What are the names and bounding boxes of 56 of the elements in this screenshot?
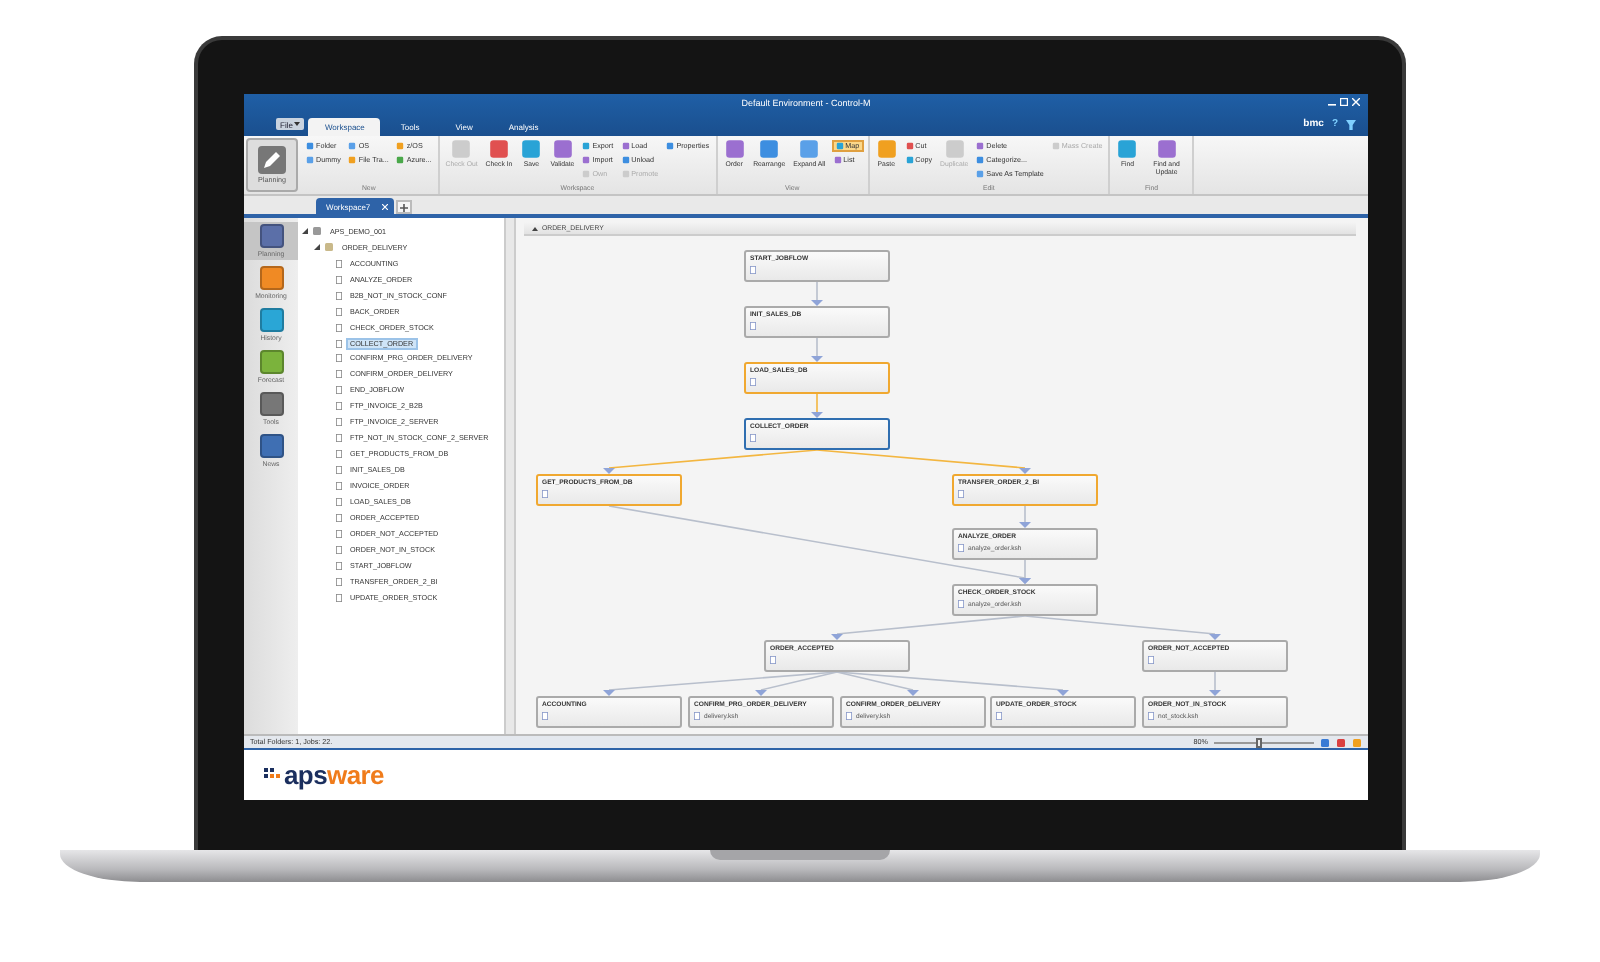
collapse-icon[interactable] [314, 244, 320, 251]
document-icon [1148, 712, 1154, 720]
collapse-icon[interactable] [302, 228, 308, 235]
square-icon [1352, 737, 1362, 747]
caret-icon [294, 122, 301, 126]
document-icon [996, 712, 1002, 720]
tool-icon [798, 138, 821, 160]
tool-icon [551, 138, 574, 160]
document-icon [542, 712, 548, 720]
app-icon [259, 350, 283, 374]
close-icon[interactable] [382, 203, 389, 209]
tool-icon [875, 138, 898, 160]
tool-icon [520, 138, 543, 160]
tool-icon [666, 142, 675, 150]
tool-icon [758, 138, 781, 160]
connector-line [811, 337, 823, 362]
new-tab-button[interactable] [396, 200, 413, 214]
plus-icon [400, 203, 409, 211]
close-icon[interactable] [1352, 98, 1360, 106]
document-icon [542, 490, 548, 498]
document-icon [1148, 656, 1154, 664]
tool-icon [1155, 138, 1178, 160]
app-icon [259, 392, 283, 416]
document-icon [750, 434, 756, 442]
server-icon [312, 226, 322, 237]
connector-line [811, 393, 823, 418]
document-icon [750, 322, 756, 330]
tool-icon [1051, 142, 1060, 150]
connector-line [1209, 671, 1221, 696]
company-logo: apsware [284, 760, 384, 790]
dots-icon [264, 767, 280, 783]
app-icon [259, 224, 283, 248]
app-icon [259, 308, 283, 332]
document-icon [750, 378, 756, 386]
document-icon [770, 656, 776, 664]
tool-icon [723, 138, 746, 160]
document-icon [958, 490, 964, 498]
slider-thumb[interactable] [1256, 737, 1262, 747]
app-icon [259, 266, 283, 290]
connector-line [811, 281, 823, 306]
pencil-icon [258, 146, 286, 174]
document-icon [694, 712, 700, 720]
document-icon [750, 266, 756, 274]
square-icon [1336, 737, 1346, 747]
maximize-icon[interactable] [1340, 98, 1348, 106]
folder-icon [324, 242, 334, 253]
collapse-icon[interactable] [532, 225, 538, 231]
app-icon [259, 434, 283, 458]
minimize-icon[interactable] [1328, 98, 1336, 106]
document-icon [958, 600, 964, 608]
tool-icon [487, 138, 510, 160]
document-icon [846, 712, 852, 720]
funnel-icon[interactable] [1346, 119, 1356, 129]
tool-icon [1116, 138, 1139, 160]
square-icon [1320, 737, 1330, 747]
document-icon [958, 544, 964, 552]
